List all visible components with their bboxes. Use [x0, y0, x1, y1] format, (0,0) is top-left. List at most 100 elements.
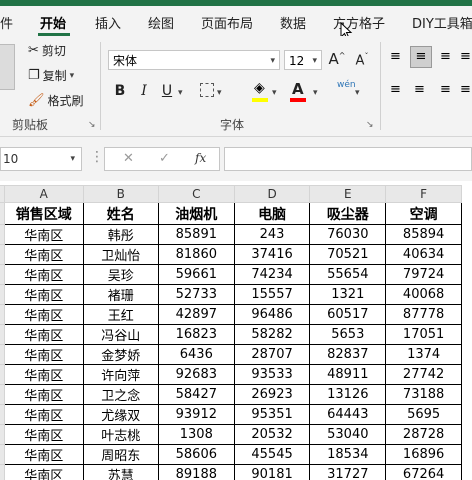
header-cell[interactable]: 吸尘器: [309, 202, 387, 225]
align-right-icon[interactable]: ≡: [440, 82, 451, 97]
table-cell[interactable]: 85891: [157, 224, 235, 245]
align-center-icon[interactable]: ≡: [414, 82, 425, 97]
table-cell[interactable]: 27742: [385, 364, 462, 385]
table-cell[interactable]: 韩彤: [82, 224, 159, 245]
cancel-icon[interactable]: ✕: [123, 151, 134, 166]
table-cell[interactable]: 尤缘双: [82, 404, 159, 425]
table-cell[interactable]: 16823: [157, 324, 235, 345]
table-cell[interactable]: 243: [233, 224, 311, 245]
table-cell[interactable]: 59661: [157, 264, 235, 285]
table-cell[interactable]: 45545: [233, 444, 311, 465]
table-cell[interactable]: 93912: [157, 404, 235, 425]
table-cell[interactable]: 58606: [157, 444, 235, 465]
column-header[interactable]: D: [233, 185, 311, 203]
table-cell[interactable]: 40068: [385, 284, 462, 305]
table-cell[interactable]: 5695: [385, 404, 462, 425]
chevron-down-icon[interactable]: ▾: [272, 88, 277, 98]
formula-input[interactable]: [224, 147, 472, 171]
table-cell[interactable]: 卫灿怡: [82, 244, 159, 265]
tab-file[interactable]: 件: [0, 13, 13, 32]
column-header[interactable]: E: [309, 185, 387, 203]
table-cell[interactable]: 76030: [309, 224, 387, 245]
underline-button[interactable]: U: [157, 83, 177, 99]
column-header[interactable]: A: [3, 185, 84, 203]
tab-diy-toolbox[interactable]: DIY工具箱: [412, 13, 472, 32]
confirm-icon[interactable]: ✓: [159, 151, 170, 166]
tab-draw[interactable]: 绘图: [148, 13, 174, 32]
table-cell[interactable]: 81860: [157, 244, 235, 265]
paste-button[interactable]: [0, 44, 15, 90]
chevron-down-icon[interactable]: ▾: [217, 88, 222, 98]
table-cell[interactable]: 67264: [385, 464, 462, 480]
table-cell[interactable]: 1321: [309, 284, 387, 305]
clipboard-launcher-icon[interactable]: ↘: [88, 120, 96, 130]
align-bottom-icon[interactable]: ≡: [440, 49, 451, 64]
tab-home[interactable]: 开始: [40, 13, 66, 32]
column-header[interactable]: B: [82, 185, 159, 203]
table-cell[interactable]: 85894: [385, 224, 462, 245]
table-cell[interactable]: 28728: [385, 424, 462, 445]
font-size-select[interactable]: 12 ▾: [284, 50, 322, 70]
header-cell[interactable]: 油烟机: [157, 202, 235, 225]
italic-button[interactable]: I: [134, 83, 154, 99]
table-cell[interactable]: 89188: [157, 464, 235, 480]
bold-button[interactable]: B: [110, 83, 130, 99]
table-cell[interactable]: 5653: [309, 324, 387, 345]
table-cell[interactable]: 华南区: [3, 264, 84, 285]
table-cell[interactable]: 73188: [385, 384, 462, 405]
align-middle-icon[interactable]: ≡: [410, 46, 432, 68]
table-cell[interactable]: 吴珍: [82, 264, 159, 285]
copy-button[interactable]: ❐ 复制 ▾: [28, 67, 74, 84]
header-cell[interactable]: 销售区域: [3, 202, 84, 225]
column-header[interactable]: C: [157, 185, 235, 203]
table-cell[interactable]: 58282: [233, 324, 311, 345]
table-cell[interactable]: 卫之念: [82, 384, 159, 405]
table-cell[interactable]: 64443: [309, 404, 387, 425]
table-cell[interactable]: 70521: [309, 244, 387, 265]
table-cell[interactable]: 13126: [309, 384, 387, 405]
table-cell[interactable]: 60517: [309, 304, 387, 325]
table-cell[interactable]: 55654: [309, 264, 387, 285]
table-cell[interactable]: 华南区: [3, 304, 84, 325]
table-cell[interactable]: 37416: [233, 244, 311, 265]
table-cell[interactable]: 28707: [233, 344, 311, 365]
header-cell[interactable]: 姓名: [82, 202, 159, 225]
font-launcher-icon[interactable]: ↘: [366, 120, 374, 130]
align-top-icon[interactable]: ≡: [390, 49, 401, 64]
table-cell[interactable]: 冯谷山: [82, 324, 159, 345]
table-cell[interactable]: 华南区: [3, 364, 84, 385]
table-cell[interactable]: 苏慧: [82, 464, 159, 480]
table-cell[interactable]: 褚珊: [82, 284, 159, 305]
table-cell[interactable]: 华南区: [3, 404, 84, 425]
chevron-down-icon[interactable]: ▾: [355, 88, 360, 98]
table-cell[interactable]: 90181: [233, 464, 311, 480]
insert-function-icon[interactable]: fx: [195, 151, 206, 165]
table-cell[interactable]: 叶志桃: [82, 424, 159, 445]
header-cell[interactable]: 电脑: [233, 202, 311, 225]
table-cell[interactable]: 79724: [385, 264, 462, 285]
table-cell[interactable]: 74234: [233, 264, 311, 285]
table-cell[interactable]: 华南区: [3, 464, 84, 480]
grow-font-button[interactable]: A^: [327, 50, 347, 68]
table-cell[interactable]: 96486: [233, 304, 311, 325]
tab-insert[interactable]: 插入: [95, 13, 121, 32]
format-painter-button[interactable]: 🖌 格式刷: [28, 92, 84, 109]
table-cell[interactable]: 87778: [385, 304, 462, 325]
chevron-down-icon[interactable]: ▾: [178, 88, 183, 98]
borders-icon[interactable]: [200, 83, 214, 97]
table-cell[interactable]: 1374: [385, 344, 462, 365]
table-cell[interactable]: 20532: [233, 424, 311, 445]
table-cell[interactable]: 17051: [385, 324, 462, 345]
table-cell[interactable]: 48911: [309, 364, 387, 385]
table-cell[interactable]: 42897: [157, 304, 235, 325]
table-cell[interactable]: 95351: [233, 404, 311, 425]
chevron-down-icon[interactable]: ▾: [70, 148, 75, 170]
align-left-icon[interactable]: ≡: [390, 82, 401, 97]
table-cell[interactable]: 王红: [82, 304, 159, 325]
tab-data[interactable]: 数据: [280, 13, 306, 32]
fill-color-icon[interactable]: ◈: [254, 80, 265, 96]
phonetic-guide-icon[interactable]: wén: [337, 80, 356, 90]
tab-page-layout[interactable]: 页面布局: [201, 13, 253, 32]
font-color-icon[interactable]: A: [292, 80, 304, 98]
table-cell[interactable]: 15557: [233, 284, 311, 305]
